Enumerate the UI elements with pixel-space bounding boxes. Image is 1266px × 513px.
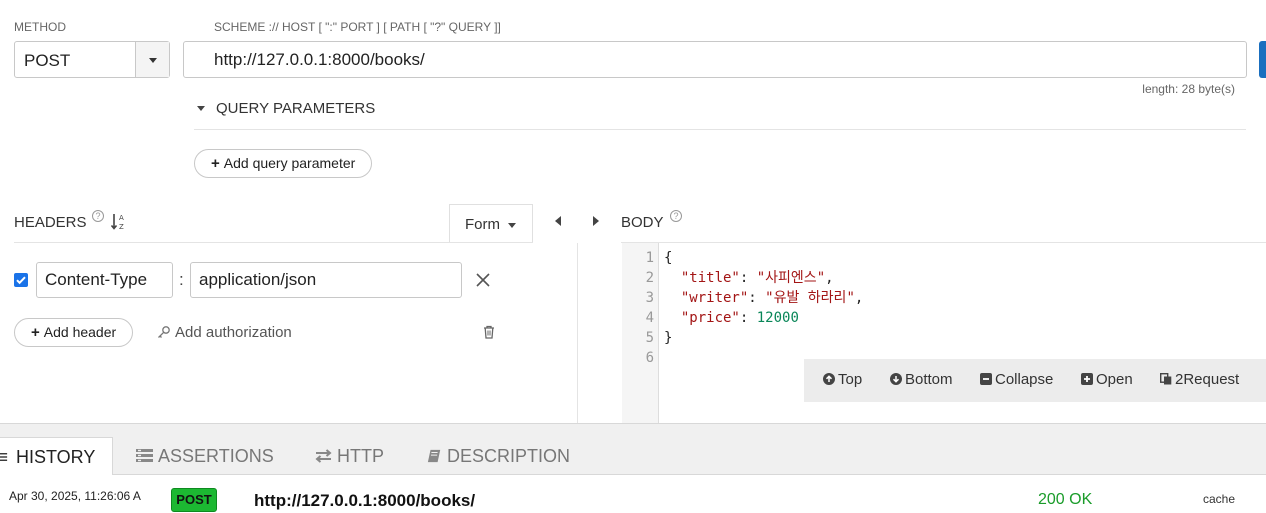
json-price-value: 12000 [756, 310, 799, 326]
chevron-down-icon [508, 223, 516, 228]
copy-icon [1160, 373, 1172, 385]
header-name-input[interactable] [36, 262, 173, 298]
history-row[interactable]: Apr 30, 2025, 11:26:06 A POST http://127… [0, 475, 1266, 513]
header-value-input[interactable] [190, 262, 462, 298]
code-line: "writer": "유발 하라리", [680, 290, 864, 306]
body-label: BODY [621, 214, 664, 231]
tab-http-label: HTTP [337, 446, 384, 466]
to-request-button[interactable]: 2Request [1160, 371, 1239, 388]
url-caption: SCHEME :// HOST [ ":" PORT ] [ PATH [ "?… [214, 20, 501, 34]
plus-square-icon [1081, 373, 1093, 385]
json-writer-value: 유발 하라리 [773, 290, 847, 306]
send-button[interactable] [1259, 41, 1266, 78]
minus-square-icon [980, 373, 992, 385]
add-header-label: Add header [43, 324, 117, 340]
trash-icon[interactable] [483, 325, 495, 339]
status-badge: 200 OK [1038, 491, 1093, 508]
header-enabled-checkbox[interactable] [14, 273, 28, 287]
exchange-icon [315, 449, 332, 463]
query-parameters-toggle[interactable]: QUERY PARAMETERS [194, 98, 1246, 130]
plus-icon: + [31, 324, 40, 341]
code-line: { [664, 250, 673, 266]
bottom-tabs: HISTORY ASSERTIONS HTTP DESCRIPTION [0, 423, 1266, 476]
url-input[interactable] [183, 41, 1247, 78]
panel-splitter[interactable] [577, 243, 578, 423]
add-authorization-link[interactable]: Add authorization [157, 324, 292, 341]
open-button[interactable]: Open [1081, 371, 1133, 388]
code-line: } [664, 330, 673, 346]
tab-history-label: HISTORY [16, 447, 96, 467]
add-header-button[interactable]: + Add header [14, 318, 134, 347]
history-url[interactable]: http://127.0.0.1:8000/books/ [254, 491, 475, 511]
svg-text:Z: Z [119, 223, 124, 231]
top-button[interactable]: Top [823, 371, 862, 388]
header-separator: : [179, 270, 184, 289]
collapse-left-icon[interactable] [555, 216, 561, 226]
close-icon[interactable] [476, 273, 490, 287]
tab-description-label: DESCRIPTION [447, 446, 571, 466]
arrow-up-circle-icon [823, 373, 835, 385]
add-query-parameter-button[interactable]: + Add query parameter [194, 149, 373, 178]
to-request-label: 2Request [1175, 371, 1240, 388]
help-icon[interactable]: ? [670, 210, 682, 222]
line-number: 5 [645, 330, 654, 346]
help-icon[interactable]: ? [92, 210, 104, 222]
code-line: "price": 12000 [680, 310, 799, 326]
form-label: Form [465, 216, 500, 233]
method-value: POST [24, 51, 71, 70]
line-number: 6 [645, 350, 654, 366]
assertions-icon [136, 449, 153, 462]
method-caption: METHOD [14, 20, 66, 34]
line-number-gutter: 1 2 3 4 5 6 [622, 243, 659, 423]
line-number: 1 [645, 250, 654, 266]
code-line: "title": "사피엔스", [680, 270, 834, 286]
bottom-label: Bottom [905, 371, 953, 388]
history-date: Apr 30, 2025, 11:26:06 A [9, 489, 141, 503]
cache-label: cache [1203, 492, 1236, 506]
collapse-label: Collapse [995, 371, 1054, 388]
collapse-right-icon[interactable] [593, 216, 599, 226]
collapse-button[interactable]: Collapse [980, 371, 1053, 388]
form-dropdown[interactable]: Form [449, 204, 533, 243]
add-authorization-label: Add authorization [175, 324, 292, 341]
add-query-parameter-label: Add query parameter [223, 155, 356, 171]
tab-assertions-label: ASSERTIONS [158, 446, 274, 466]
method-badge: POST [171, 488, 217, 512]
headers-label: HEADERS [14, 214, 87, 231]
line-number: 3 [645, 290, 654, 306]
key-icon [158, 326, 170, 338]
bottom-button[interactable]: Bottom [890, 371, 953, 388]
url-length: length: 28 byte(s) [1142, 82, 1235, 96]
line-number: 2 [645, 270, 654, 286]
method-select[interactable]: POST [14, 41, 170, 78]
plus-icon: + [211, 155, 220, 172]
chevron-down-icon[interactable] [135, 42, 169, 77]
caret-down-icon [197, 106, 205, 111]
query-parameters-label: QUERY PARAMETERS [216, 100, 376, 117]
sort-alpha-icon[interactable]: A Z [111, 213, 127, 231]
editor-toolbar: Top Bottom Collapse Open 2Request [804, 359, 1266, 402]
json-title-value: 사피엔스 [765, 270, 817, 286]
list-icon [0, 453, 8, 461]
svg-text:A: A [119, 214, 124, 222]
tab-history[interactable]: HISTORY [0, 437, 113, 476]
divider [14, 242, 533, 243]
book-icon [427, 449, 441, 463]
open-label: Open [1096, 371, 1133, 388]
top-label: Top [838, 371, 863, 388]
arrow-down-circle-icon [890, 373, 902, 385]
line-number: 4 [645, 310, 654, 326]
